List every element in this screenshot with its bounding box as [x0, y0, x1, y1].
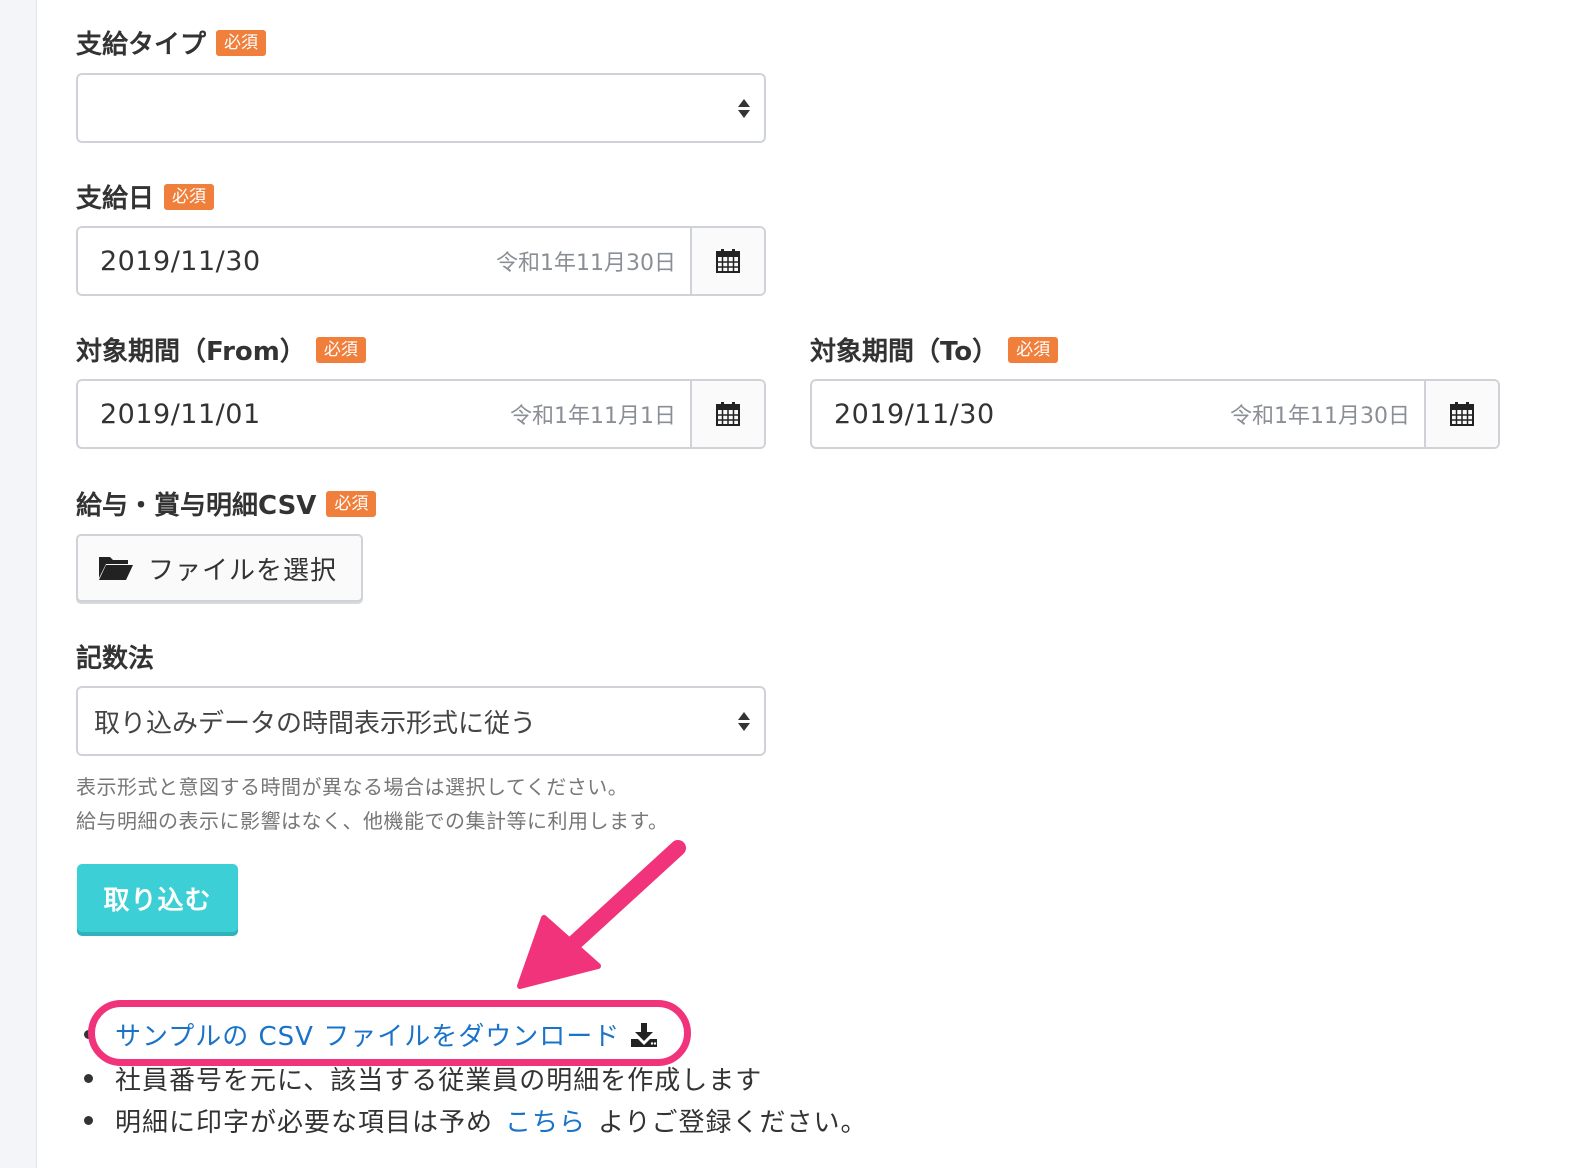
- note-register-after: よりご登録ください。: [598, 1108, 868, 1138]
- payment-type-label-text: 支給タイプ: [76, 30, 207, 60]
- import-button[interactable]: 取り込む: [77, 864, 238, 932]
- payment-date-field: 2019/11/30 令和1年11月30日: [76, 226, 766, 296]
- period-from-label-text: 対象期間（From）: [76, 337, 306, 367]
- notation-help-line1: 表示形式と意図する時間が異なる場合は選択してください。: [76, 775, 629, 799]
- sort-arrows-icon: [724, 711, 764, 731]
- calendar-icon: [716, 249, 740, 273]
- list-item: 明細に印字が必要な項目は予め こちら よりご登録ください。: [84, 1102, 868, 1139]
- notation-select-value: 取り込みデータの時間表示形式に従う: [94, 708, 537, 739]
- required-badge: 必須: [164, 183, 215, 210]
- bullet: [84, 1074, 93, 1083]
- notation-help-line2: 給与明細の表示に影響はなく、他機能での集計等に利用します。: [76, 809, 669, 833]
- payment-date-label-text: 支給日: [76, 184, 155, 214]
- period-to-label: 対象期間（To） 必須: [810, 331, 1059, 368]
- folder-open-icon: [99, 557, 133, 580]
- payment-date-era: 令和1年11月30日: [496, 251, 676, 276]
- period-to-label-text: 対象期間（To）: [810, 337, 999, 367]
- note-register-before: 明細に印字が必要な項目は予め: [115, 1108, 494, 1138]
- csv-file-label: 給与・賞与明細CSV 必須: [76, 485, 377, 522]
- notation-label: 記数法: [76, 638, 154, 675]
- period-to-field: 2019/11/30 令和1年11月30日: [810, 379, 1500, 449]
- required-badge: 必須: [326, 490, 377, 517]
- period-to-era: 令和1年11月30日: [1230, 404, 1410, 429]
- period-from-calendar-button[interactable]: [690, 381, 764, 447]
- register-items-link[interactable]: こちら: [505, 1102, 586, 1139]
- required-badge: 必須: [315, 336, 366, 363]
- csv-file-label-text: 給与・賞与明細CSV: [76, 491, 317, 521]
- notation-label-text: 記数法: [76, 644, 155, 674]
- annotation-highlight: [88, 1000, 691, 1066]
- period-from-field: 2019/11/01 令和1年11月1日: [76, 379, 766, 449]
- period-from-input[interactable]: 2019/11/01: [78, 381, 510, 447]
- period-to-calendar-button[interactable]: [1424, 381, 1498, 447]
- payment-type-select[interactable]: [76, 73, 766, 143]
- left-rail: [0, 0, 37, 1168]
- period-from-era: 令和1年11月1日: [510, 404, 676, 429]
- payment-date-calendar-button[interactable]: [690, 228, 764, 294]
- period-to-input[interactable]: 2019/11/30: [812, 381, 1230, 447]
- choose-file-label: ファイルを選択: [148, 555, 338, 586]
- sort-arrows-icon: [724, 98, 764, 118]
- payment-date-input[interactable]: 2019/11/30: [78, 228, 496, 294]
- annotation-arrow-icon: [517, 840, 686, 989]
- calendar-icon: [1450, 402, 1474, 426]
- bullet: [84, 1116, 93, 1125]
- required-badge: 必須: [216, 29, 267, 56]
- required-badge: 必須: [1008, 336, 1059, 363]
- payment-type-label: 支給タイプ 必須: [76, 24, 267, 61]
- notation-select[interactable]: 取り込みデータの時間表示形式に従う: [76, 686, 766, 756]
- period-from-label: 対象期間（From） 必須: [76, 331, 366, 368]
- calendar-icon: [716, 402, 740, 426]
- choose-file-button[interactable]: ファイルを選択: [76, 534, 363, 602]
- payment-date-label: 支給日 必須: [76, 178, 215, 215]
